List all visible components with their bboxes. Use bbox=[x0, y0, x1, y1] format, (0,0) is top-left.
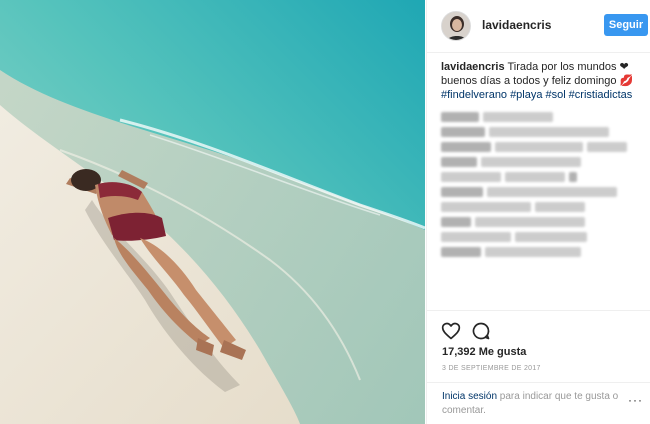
caption-line-1: Tirada por los mundos ❤ bbox=[507, 61, 629, 73]
comments-area: lavidaencris Tirada por los mundos ❤ bue… bbox=[441, 60, 645, 262]
caption: lavidaencris Tirada por los mundos ❤ bue… bbox=[441, 60, 645, 102]
post-header: lavidaencris Seguir bbox=[427, 0, 650, 53]
hashtag-link[interactable]: #cristiadictas bbox=[569, 89, 633, 101]
post-sidebar: lavidaencris Seguir lavidaencris Tirada … bbox=[426, 0, 650, 424]
blurred-comment bbox=[441, 187, 645, 197]
caption-line-2: buenos días a todos y feliz domingo 💋 bbox=[441, 75, 634, 87]
hashtag-link[interactable]: #sol bbox=[545, 89, 565, 101]
blurred-comments bbox=[441, 112, 645, 257]
hashtag-link[interactable]: #findelverano bbox=[441, 89, 507, 101]
blurred-comment bbox=[441, 232, 645, 242]
header-username[interactable]: lavidaencris bbox=[482, 18, 551, 32]
blurred-comment bbox=[441, 127, 645, 137]
heart-outline-icon[interactable] bbox=[441, 321, 461, 341]
post-photo bbox=[0, 0, 425, 424]
more-options-icon[interactable]: ··· bbox=[628, 393, 643, 407]
blurred-comment bbox=[441, 112, 645, 122]
blurred-comment bbox=[441, 142, 645, 152]
hashtag-link[interactable]: #playa bbox=[510, 89, 542, 101]
comment-bubble-icon[interactable] bbox=[471, 321, 491, 341]
blurred-comment bbox=[441, 157, 645, 167]
blurred-comment bbox=[441, 172, 645, 182]
avatar[interactable] bbox=[441, 11, 471, 41]
likes-count[interactable]: 17,392 Me gusta bbox=[442, 346, 526, 358]
caption-username[interactable]: lavidaencris bbox=[441, 61, 505, 73]
login-prompt: Inicia sesión para indicar que te gusta … bbox=[427, 382, 650, 418]
follow-button[interactable]: Seguir bbox=[604, 14, 648, 36]
post-date: 3 DE SEPTIEMBRE DE 2017 bbox=[442, 365, 541, 372]
action-bar bbox=[427, 310, 650, 350]
blurred-comment bbox=[441, 247, 645, 257]
blurred-comment bbox=[441, 217, 645, 227]
login-link[interactable]: Inicia sesión bbox=[442, 391, 497, 402]
blurred-comment bbox=[441, 202, 645, 212]
